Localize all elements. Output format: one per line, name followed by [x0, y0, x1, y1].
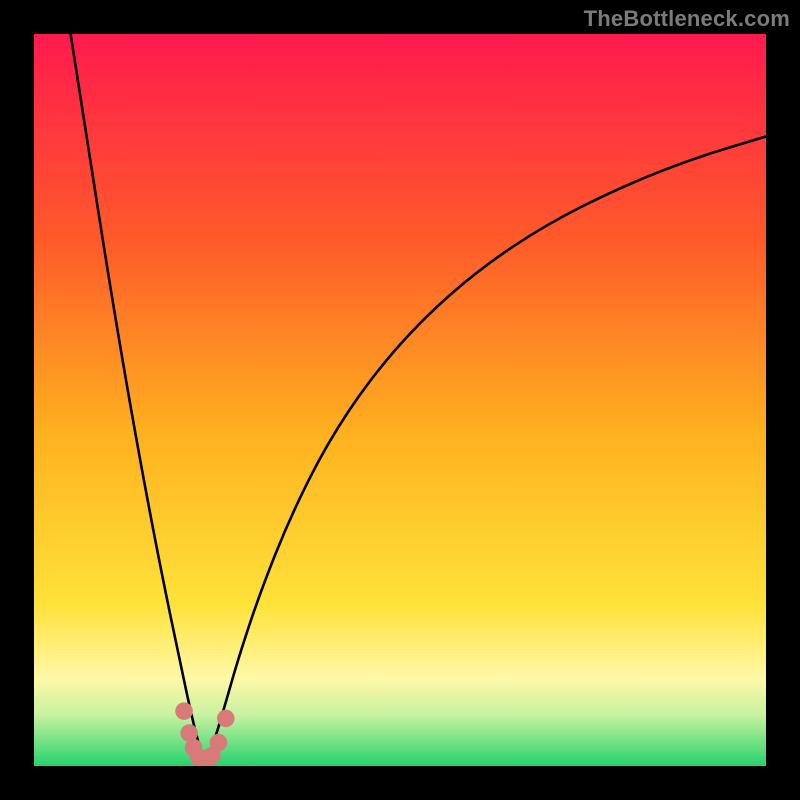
chart-plot-area [34, 34, 766, 766]
marker-dot [217, 710, 235, 728]
marker-dot [210, 734, 228, 752]
gradient-background [34, 34, 766, 766]
chart-svg [34, 34, 766, 766]
marker-dot [175, 702, 193, 720]
chart-frame: TheBottleneck.com [0, 0, 800, 800]
watermark-text: TheBottleneck.com [584, 6, 790, 32]
